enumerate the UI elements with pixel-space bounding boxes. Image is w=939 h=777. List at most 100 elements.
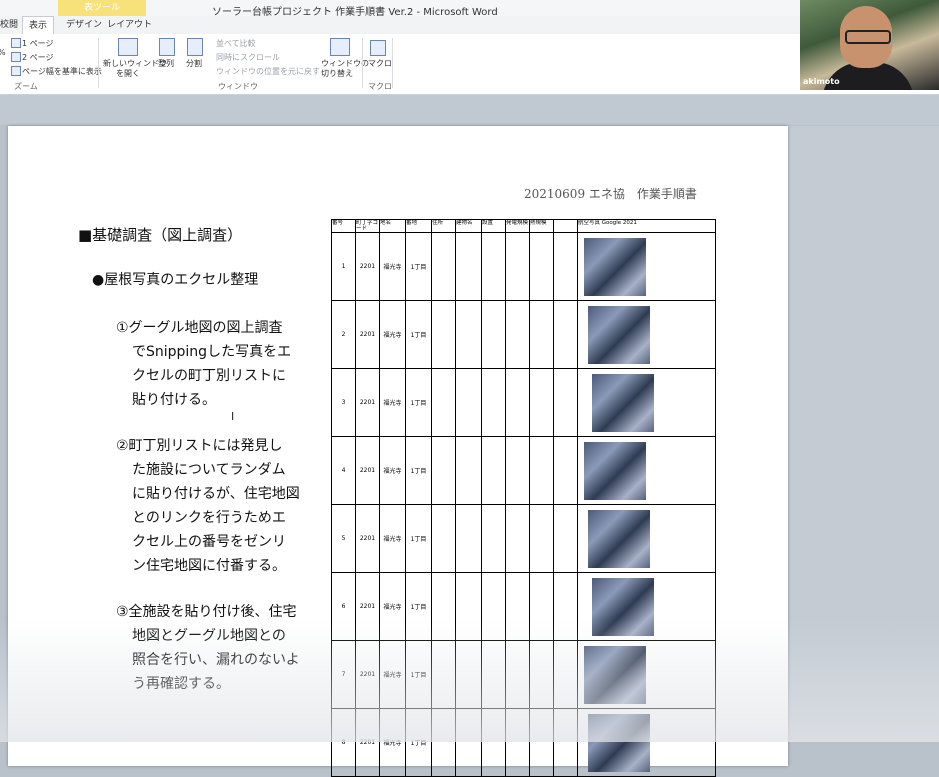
section-heading[interactable]: ■基礎調査（図上調査） xyxy=(78,223,242,247)
cell-empty[interactable] xyxy=(505,708,530,777)
cell-number[interactable]: 6 xyxy=(331,572,356,641)
cell-place[interactable]: 福光寺 xyxy=(379,504,406,573)
cell-chome[interactable]: 1丁目 xyxy=(405,572,432,641)
cell-place[interactable]: 福光寺 xyxy=(379,572,406,641)
cell-photo[interactable] xyxy=(577,708,716,777)
cell-photo[interactable] xyxy=(577,368,716,437)
cell-place[interactable]: 福光寺 xyxy=(379,708,406,777)
cell-code[interactable]: 2201 xyxy=(355,300,380,369)
header-power-scale[interactable]: 発電規模 xyxy=(505,219,530,233)
header-place[interactable]: 地名 xyxy=(379,219,406,233)
new-window-button-line2[interactable]: を開く xyxy=(116,68,140,79)
subheading[interactable]: ●屋根写真のエクセル整理 xyxy=(92,268,258,292)
cell-place[interactable]: 福光寺 xyxy=(379,232,406,301)
table-row[interactable]: 2 2201 福光寺 1丁目 xyxy=(331,300,716,369)
cell-empty[interactable] xyxy=(553,640,578,709)
cell-empty[interactable] xyxy=(529,436,554,505)
cell-photo[interactable] xyxy=(577,572,716,641)
cell-empty[interactable] xyxy=(481,572,506,641)
cell-chome[interactable]: 1丁目 xyxy=(405,436,432,505)
page-header[interactable]: 20210609 エネ協 作業手順書 xyxy=(524,185,697,202)
cell-empty[interactable] xyxy=(505,572,530,641)
cell-empty[interactable] xyxy=(455,572,482,641)
header-code[interactable]: 町丁字コード xyxy=(355,219,380,233)
cell-number[interactable]: 3 xyxy=(331,368,356,437)
cell-number[interactable]: 1 xyxy=(331,232,356,301)
cell-place[interactable]: 福光寺 xyxy=(379,436,406,505)
header-blank[interactable] xyxy=(553,219,578,233)
cell-empty[interactable] xyxy=(431,436,456,505)
two-pages-button[interactable]: 2 ページ xyxy=(22,52,53,63)
one-page-button[interactable]: 1 ページ xyxy=(22,38,53,49)
cell-number[interactable]: 8 xyxy=(331,708,356,777)
table-row[interactable]: 1 2201 福光寺 1丁目 xyxy=(331,232,716,301)
cell-empty[interactable] xyxy=(553,504,578,573)
cell-empty[interactable] xyxy=(529,572,554,641)
cell-empty[interactable] xyxy=(529,368,554,437)
cell-empty[interactable] xyxy=(431,232,456,301)
cell-code[interactable]: 2201 xyxy=(355,368,380,437)
cell-empty[interactable] xyxy=(455,640,482,709)
header-chome[interactable]: 番地 xyxy=(405,219,432,233)
cell-chome[interactable]: 1丁目 xyxy=(405,232,432,301)
reset-window-position-button[interactable]: ウィンドウの位置を元に戻す xyxy=(216,66,320,77)
cell-number[interactable]: 4 xyxy=(331,436,356,505)
cell-empty[interactable] xyxy=(553,572,578,641)
cell-empty[interactable] xyxy=(481,436,506,505)
cell-empty[interactable] xyxy=(505,368,530,437)
cell-empty[interactable] xyxy=(431,504,456,573)
header-address[interactable]: 住所 xyxy=(431,219,456,233)
cell-chome[interactable]: 1丁目 xyxy=(405,640,432,709)
cell-photo[interactable] xyxy=(577,504,716,573)
header-install[interactable]: 設置 xyxy=(481,219,506,233)
cell-empty[interactable] xyxy=(481,232,506,301)
sync-scroll-button[interactable]: 同時にスクロール xyxy=(216,52,280,63)
cell-empty[interactable] xyxy=(529,300,554,369)
cell-photo[interactable] xyxy=(577,300,716,369)
table-row[interactable]: 7 2201 福光寺 1丁目 xyxy=(331,640,716,709)
cell-number[interactable]: 5 xyxy=(331,504,356,573)
table-row[interactable]: 8 2201 福光寺 1丁目 xyxy=(331,708,716,777)
cell-empty[interactable] xyxy=(553,436,578,505)
cell-empty[interactable] xyxy=(431,640,456,709)
header-heat-scale[interactable]: 熱規模 xyxy=(529,219,554,233)
zoom-percent[interactable]: % xyxy=(0,48,6,57)
cell-empty[interactable] xyxy=(481,368,506,437)
cell-empty[interactable] xyxy=(529,640,554,709)
macro-button[interactable]: マクロ xyxy=(368,58,392,69)
table-row[interactable]: 3 2201 福光寺 1丁目 xyxy=(331,368,716,437)
cell-place[interactable]: 福光寺 xyxy=(379,300,406,369)
cell-place[interactable]: 福光寺 xyxy=(379,368,406,437)
cell-empty[interactable] xyxy=(529,504,554,573)
cell-chome[interactable]: 1丁目 xyxy=(405,368,432,437)
cell-empty[interactable] xyxy=(455,232,482,301)
table-row[interactable]: 5 2201 福光寺 1丁目 xyxy=(331,504,716,573)
cell-code[interactable]: 2201 xyxy=(355,232,380,301)
header-photo[interactable]: 航空写真 Google 2021 xyxy=(577,219,716,233)
cell-photo[interactable] xyxy=(577,232,716,301)
cell-empty[interactable] xyxy=(431,572,456,641)
header-number[interactable]: 番号 xyxy=(331,219,356,233)
cell-code[interactable]: 2201 xyxy=(355,708,380,777)
table-row[interactable]: 6 2201 福光寺 1丁目 xyxy=(331,572,716,641)
cell-empty[interactable] xyxy=(505,300,530,369)
cell-empty[interactable] xyxy=(553,708,578,777)
cell-number[interactable]: 7 xyxy=(331,640,356,709)
tab-layout[interactable]: レイアウト xyxy=(101,16,158,34)
cell-empty[interactable] xyxy=(529,708,554,777)
cell-empty[interactable] xyxy=(505,436,530,505)
cell-code[interactable]: 2201 xyxy=(355,640,380,709)
cell-code[interactable]: 2201 xyxy=(355,436,380,505)
table-row[interactable]: 4 2201 福光寺 1丁目 xyxy=(331,436,716,505)
cell-empty[interactable] xyxy=(481,640,506,709)
tab-view[interactable]: 表示 xyxy=(22,16,55,34)
cell-number[interactable]: 2 xyxy=(331,300,356,369)
cell-empty[interactable] xyxy=(455,300,482,369)
cell-empty[interactable] xyxy=(505,640,530,709)
cell-empty[interactable] xyxy=(431,368,456,437)
side-by-side-button[interactable]: 並べて比較 xyxy=(216,38,256,49)
cell-empty[interactable] xyxy=(553,300,578,369)
cell-code[interactable]: 2201 xyxy=(355,572,380,641)
header-building[interactable]: 建物名 xyxy=(455,219,482,233)
cell-empty[interactable] xyxy=(431,300,456,369)
